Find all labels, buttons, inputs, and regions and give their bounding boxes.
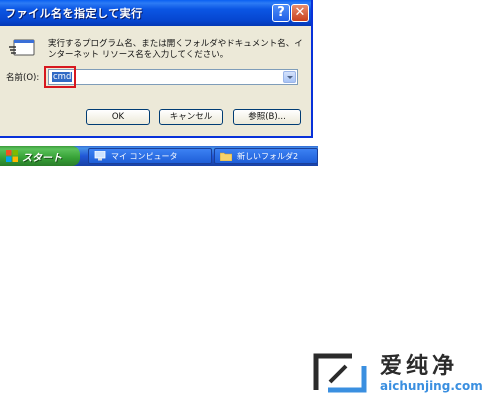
folder-icon [220, 152, 232, 161]
taskbar: スタート マイ コンピュータ 新しいフォルダ2 [0, 146, 318, 166]
watermark-text: 爱纯净 [380, 354, 459, 379]
name-label: 名前(O): [6, 73, 40, 83]
windows-flag-icon [6, 150, 18, 162]
taskbar-item-my-computer[interactable]: マイ コンピュータ [88, 148, 212, 164]
browse-button[interactable]: 参照(B)... [233, 109, 301, 125]
close-button[interactable]: ✕ [291, 4, 309, 22]
run-dialog: ファイル名を指定して実行 ? ✕ 実行するプログラム名、または開くフォルダやドキ… [0, 0, 313, 138]
dialog-description: 実行するプログラム名、または開くフォルダやドキュメント名、インターネット リソー… [48, 39, 303, 60]
chevron-down-icon[interactable] [283, 71, 296, 83]
taskbar-item-label: 新しいフォルダ2 [237, 152, 299, 161]
run-icon [9, 39, 35, 56]
cancel-button[interactable]: キャンセル [159, 109, 223, 125]
start-label: スタート [22, 153, 62, 164]
watermark-url: aichunjing.com [380, 379, 483, 393]
watermark-logo-icon [313, 353, 367, 393]
highlight-box [44, 66, 76, 88]
ok-button[interactable]: OK [86, 109, 150, 125]
title-bar[interactable]: ファイル名を指定して実行 ? ✕ [0, 0, 311, 26]
dialog-title: ファイル名を指定して実行 [5, 7, 143, 20]
start-button[interactable]: スタート [0, 146, 80, 166]
taskbar-item-new-folder[interactable]: 新しいフォルダ2 [214, 148, 318, 164]
name-combobox[interactable]: cmd [48, 69, 298, 85]
taskbar-item-label: マイ コンピュータ [111, 152, 178, 161]
help-button[interactable]: ? [272, 4, 290, 22]
computer-icon [94, 151, 106, 161]
